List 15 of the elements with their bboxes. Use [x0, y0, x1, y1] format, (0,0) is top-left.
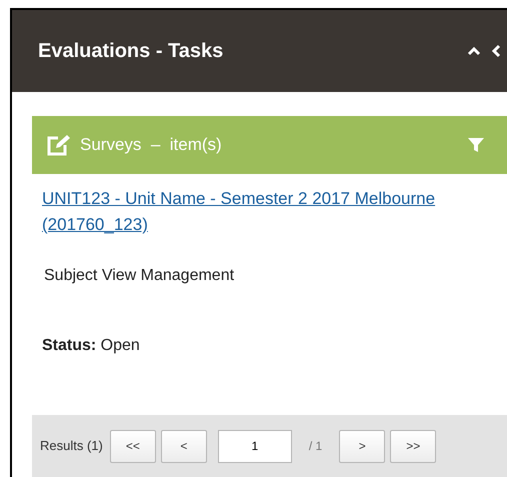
section-title: Surveys – item(s) — [80, 134, 223, 156]
chevron-left-icon[interactable] — [491, 44, 501, 58]
status-text: Status: Open — [42, 336, 141, 356]
subject-text: Subject View Management — [43, 266, 236, 286]
survey-link[interactable]: UNIT123 - Unit Name - Semester 2 2017 Melbourne (201760_123) — [42, 186, 442, 238]
next-page-button[interactable]: > — [339, 430, 386, 462]
panel-title: Evaluations - Tasks — [38, 39, 224, 64]
collapse-icon[interactable] — [467, 46, 481, 56]
results-count: Results (1) — [40, 437, 103, 456]
page-total: / 1 — [308, 438, 322, 455]
page-input[interactable]: 1 — [218, 430, 292, 462]
first-page-button[interactable]: << — [110, 430, 156, 462]
edit-icon — [46, 133, 72, 157]
last-page-button[interactable]: >> — [390, 430, 436, 462]
previous-page-button[interactable]: < — [160, 430, 207, 462]
